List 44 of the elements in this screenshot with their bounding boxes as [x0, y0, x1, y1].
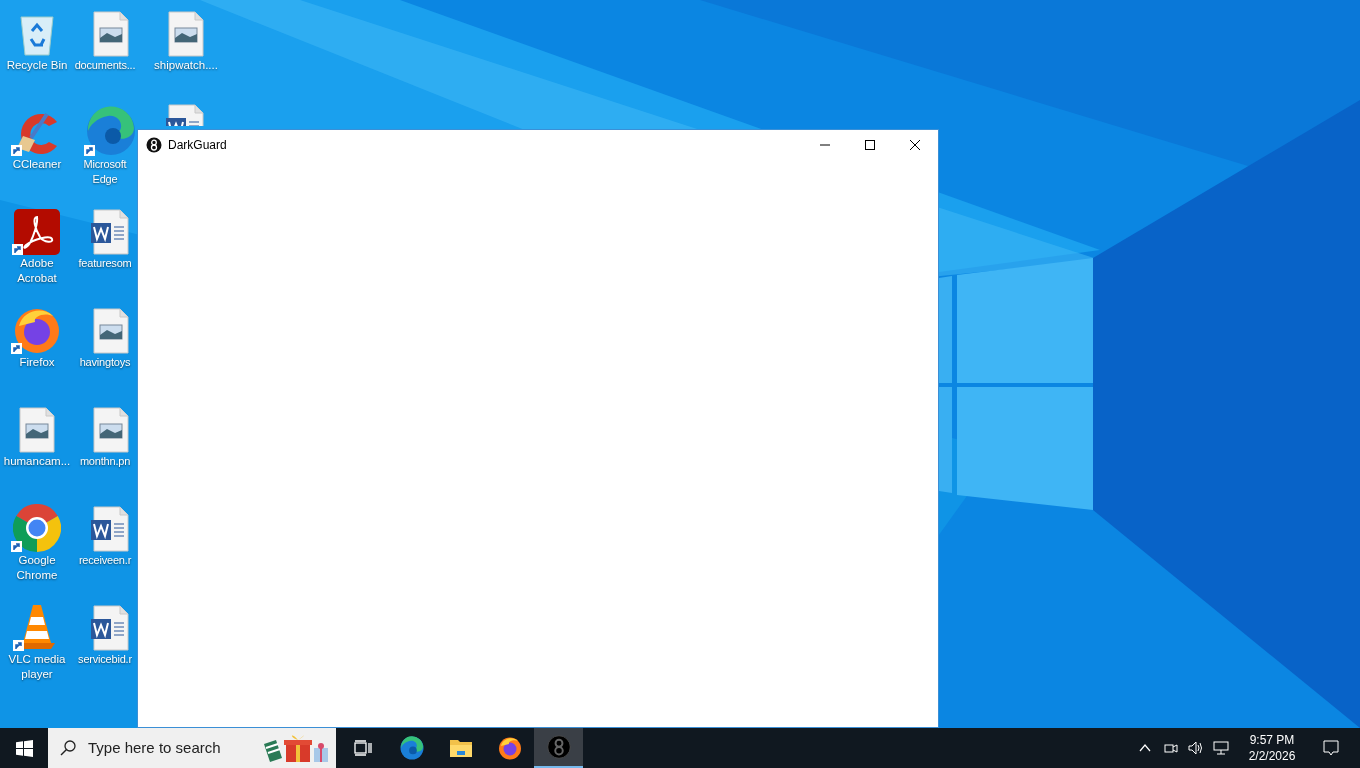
speech-bubble-icon [1323, 740, 1339, 756]
chevron-up-icon[interactable] [1139, 744, 1151, 752]
clock-time: 9:57 PM [1249, 732, 1295, 748]
icon-label[interactable]: documents... [74, 58, 136, 73]
shortcut-arrow-icon [11, 541, 22, 552]
search-input[interactable]: Type here to search [88, 736, 258, 760]
icon-label[interactable]: servicebid.r [74, 652, 136, 667]
icon-label[interactable]: shipwatch.... [150, 58, 222, 73]
camera-icon[interactable] [1164, 741, 1178, 755]
icon-label[interactable]: humancam... [1, 454, 73, 469]
icon-label[interactable]: CCleaner [1, 157, 73, 172]
clock[interactable]: 9:57 PM 2/2/2026 [1241, 732, 1303, 764]
search-field[interactable]: Type here to search [48, 728, 336, 768]
browser-swirl-icon [399, 736, 424, 760]
icon-label[interactable]: Adobe Acrobat [1, 256, 73, 286]
close-icon [910, 140, 920, 150]
app-logo-icon [546, 735, 571, 759]
folder-icon [448, 738, 473, 758]
icon-label[interactable]: Recycle Bin [1, 58, 73, 73]
shortcut-arrow-icon [13, 640, 24, 651]
task-view-icon [353, 740, 372, 756]
icon-label[interactable]: Firefox [1, 355, 73, 370]
shortcut-arrow-icon [11, 343, 22, 354]
icon-label[interactable]: receiveen.r [74, 553, 136, 568]
shortcut-arrow-icon [12, 244, 23, 255]
icon-label[interactable]: Microsoft Edge [74, 157, 136, 187]
maximize-icon [864, 140, 875, 150]
fox-globe-icon [497, 736, 522, 760]
shortcut-arrow-icon [84, 145, 95, 156]
icon-label[interactable]: havingtoys [74, 355, 136, 370]
taskbar-app-logo-button[interactable] [534, 728, 583, 768]
icon-label[interactable]: monthn.pn [74, 454, 136, 469]
icon-label[interactable]: Google Chrome [1, 553, 73, 583]
window-title: DarkGuard [168, 137, 227, 154]
icon-label[interactable]: VLC media player [1, 652, 73, 682]
speaker-icon[interactable] [1188, 741, 1204, 755]
clock-date: 2/2/2026 [1248, 748, 1296, 764]
shortcut-arrow-icon [11, 145, 22, 156]
app-logo-icon [146, 137, 162, 153]
word-document-icon [166, 104, 206, 126]
icon-label[interactable]: featuresom [74, 256, 136, 271]
windows-logo-icon [15, 739, 33, 757]
network-icon[interactable] [1213, 741, 1229, 755]
search-icon [60, 740, 76, 756]
